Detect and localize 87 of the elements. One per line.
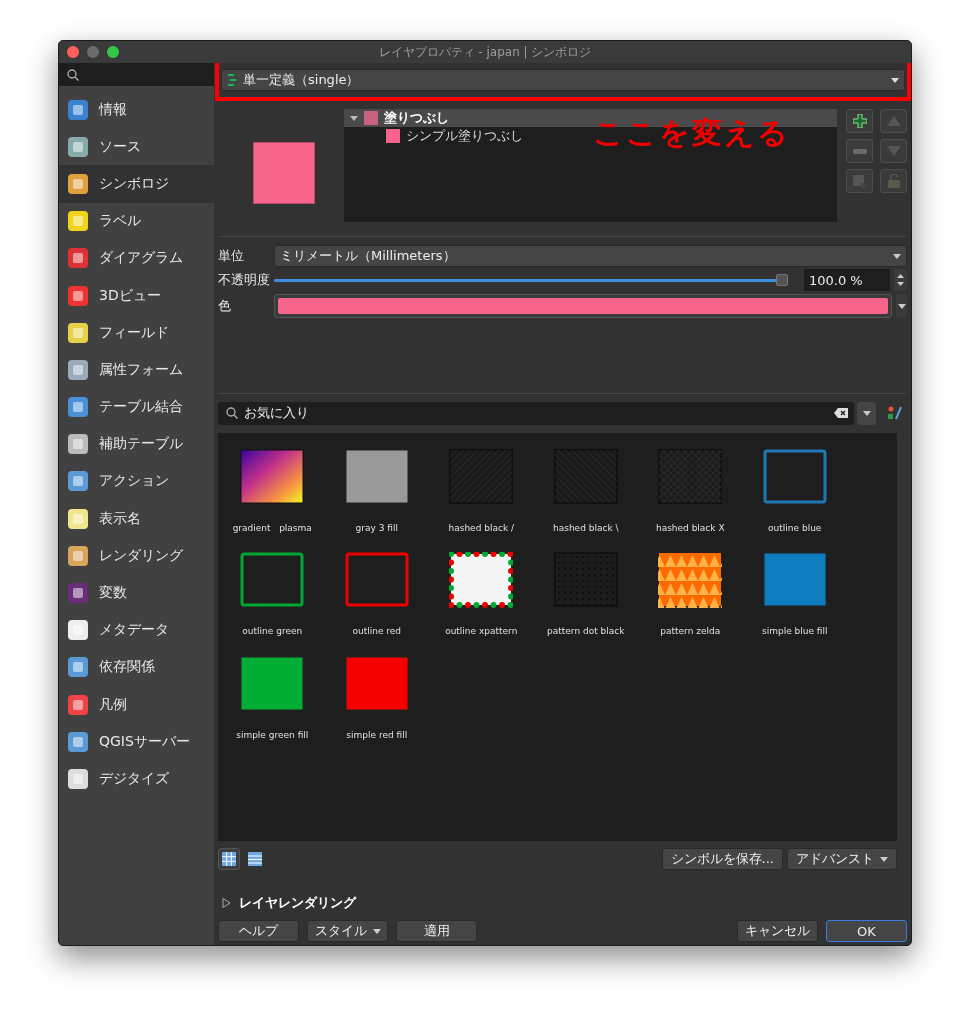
- sidebar-item[interactable]: 情報: [59, 91, 214, 129]
- up-triangle-icon: [886, 116, 901, 126]
- renderer-dropdown[interactable]: 単一定義（single）: [221, 69, 905, 91]
- search-dropdown-button[interactable]: [857, 401, 876, 425]
- unit-label: 単位: [218, 247, 245, 266]
- caret-icon: [372, 928, 381, 934]
- symbol-name: outline blue: [768, 522, 822, 533]
- sidebar-item[interactable]: ソース: [59, 128, 214, 166]
- symbol-name: hashed black \: [553, 522, 619, 533]
- color-menu-button[interactable]: [896, 294, 907, 319]
- color-chip: [386, 129, 401, 143]
- search-icon: [67, 68, 79, 81]
- expand-caret-icon[interactable]: [350, 114, 359, 122]
- color-label: 色: [218, 297, 232, 316]
- padlock-icon: [887, 174, 900, 188]
- sidebar-item[interactable]: シンボロジ: [59, 165, 214, 203]
- ok-button[interactable]: OK: [826, 920, 907, 942]
- symbol-search-field[interactable]: お気に入り: [218, 401, 854, 425]
- sidebar-item[interactable]: 補助テーブル: [59, 425, 214, 463]
- sidebar-item[interactable]: ラベル: [59, 202, 214, 240]
- symbol-name: outline red: [352, 626, 402, 637]
- symbol-name: pattern zelda: [660, 626, 721, 637]
- expand-caret-icon[interactable]: [222, 898, 231, 908]
- sidebar-search-field[interactable]: [59, 63, 214, 86]
- caret-icon: [862, 410, 871, 416]
- sidebar-item[interactable]: デジタイズ: [59, 760, 214, 798]
- symbol-layer-label: 塗りつぶし: [384, 109, 450, 127]
- sidebar-item[interactable]: 属性フォーム: [59, 351, 214, 389]
- add-layer-button[interactable]: [846, 109, 873, 133]
- symbol-name: pattern dot black: [547, 626, 625, 637]
- sidebar-item[interactable]: 変数: [59, 574, 214, 612]
- symbol-swatch: [240, 448, 305, 505]
- help-button[interactable]: ヘルプ: [218, 920, 299, 942]
- opacity-slider[interactable]: [274, 274, 788, 287]
- sidebar-item[interactable]: メタデータ: [59, 611, 214, 649]
- section-header: レイヤレンダリング: [239, 894, 356, 912]
- clear-icon[interactable]: [834, 408, 848, 419]
- symbol-preview: [252, 141, 315, 204]
- caret-icon: [880, 856, 888, 862]
- sidebar-item[interactable]: 依存関係: [59, 648, 214, 686]
- symbol-name: outline xpattern: [445, 626, 518, 637]
- sidebar-item[interactable]: アクション: [59, 462, 214, 501]
- symbol-name: hashed black X: [655, 522, 725, 533]
- save-symbol-button[interactable]: シンボルを保存...: [661, 848, 783, 870]
- window-title: レイヤプロパティ - japan | シンボロジ: [378, 43, 592, 61]
- symbol-name: simple green fill: [236, 729, 309, 740]
- symbol-layer-label: シンプル塗りつぶし: [406, 127, 524, 145]
- plus-icon: [852, 114, 867, 128]
- opacity-field[interactable]: 100.0 %: [804, 269, 890, 292]
- unit-dropdown[interactable]: ミリメートル（Millimeters）: [274, 245, 907, 268]
- advanced-menu-button[interactable]: アドバンスト: [787, 848, 897, 870]
- sidebar-item[interactable]: テーブル結合: [59, 388, 214, 426]
- down-triangle-icon: [886, 146, 901, 156]
- caret-icon: [893, 253, 901, 259]
- spin-arrows-icon[interactable]: [894, 269, 907, 292]
- sidebar-item[interactable]: 表示名: [59, 500, 214, 538]
- list-icon: [227, 74, 237, 86]
- sidebar-item[interactable]: 3Dビュー: [59, 276, 214, 315]
- sidebar-item[interactable]: ダイアグラム: [59, 239, 214, 277]
- sidebar-item[interactable]: レンダリング: [59, 537, 214, 575]
- sidebar-item[interactable]: 凡例: [59, 686, 214, 724]
- style-menu-button[interactable]: スタイル: [307, 920, 388, 942]
- minus-icon: [852, 148, 867, 154]
- symbol-name: gradient plasma: [232, 522, 312, 533]
- symbol-layer-row[interactable]: シンプル塗りつぶし: [344, 127, 528, 145]
- close-button[interactable]: [67, 46, 79, 58]
- symbol-name: simple blue fill: [761, 626, 828, 637]
- search-icon: [226, 407, 238, 420]
- symbol-name: hashed black /: [448, 522, 514, 533]
- symbol-name: simple red fill: [346, 729, 408, 740]
- square-icon: [853, 174, 866, 188]
- zoom-button[interactable]: [107, 46, 119, 58]
- icon-view-button[interactable]: [218, 848, 240, 870]
- sidebar-item[interactable]: QGISサーバー: [59, 723, 214, 761]
- table-icon: [248, 852, 262, 866]
- color-button[interactable]: [274, 294, 892, 319]
- caret-icon: [897, 303, 906, 309]
- color-chip: [364, 111, 379, 125]
- caret-icon: [891, 77, 899, 83]
- grid-icon: [222, 852, 236, 866]
- apply-button[interactable]: 適用: [396, 920, 477, 942]
- style-manager-icon[interactable]: [888, 406, 902, 421]
- opacity-label: 不透明度: [218, 271, 270, 290]
- cancel-button[interactable]: キャンセル: [737, 920, 818, 942]
- sidebar-item[interactable]: フィールド: [59, 314, 214, 352]
- symbol-name: gray 3 fill: [355, 522, 398, 533]
- symbol-name: outline green: [242, 626, 303, 637]
